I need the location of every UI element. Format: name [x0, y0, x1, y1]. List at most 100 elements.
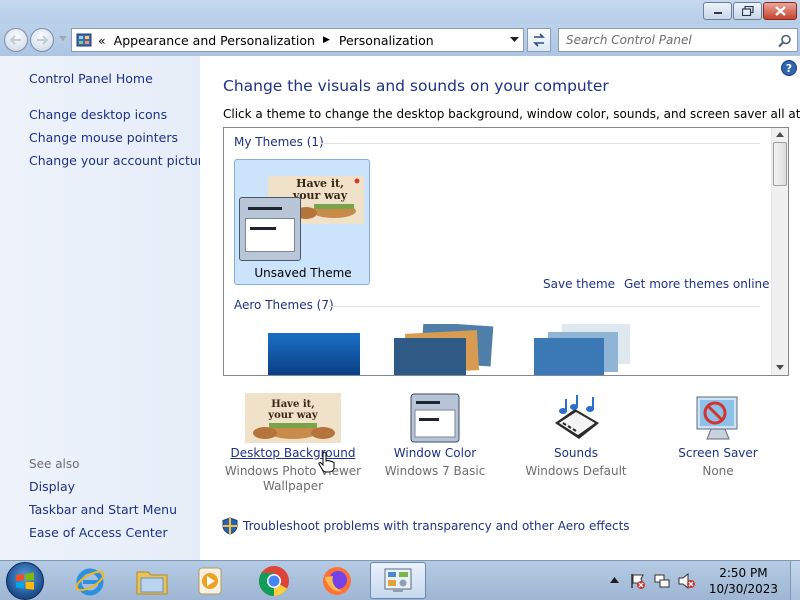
- taskbar-control-panel[interactable]: [370, 562, 426, 599]
- clock-time: 2:50 PM: [719, 566, 768, 580]
- desktop-background-link[interactable]: Desktop Background: [223, 446, 363, 460]
- close-button[interactable]: [763, 2, 797, 20]
- action-center-flag-icon[interactable]: [630, 573, 646, 589]
- ease-of-access-link[interactable]: Ease of Access Center: [29, 525, 168, 540]
- recent-pages-dropdown-icon[interactable]: [59, 36, 67, 42]
- page-title: Change the visuals and sounds on your co…: [223, 77, 609, 95]
- screen-saver-setting[interactable]: Screen Saver None: [648, 393, 788, 479]
- firefox-icon: [323, 566, 351, 595]
- show-desktop-button[interactable]: [790, 561, 800, 600]
- maximize-button[interactable]: [733, 2, 762, 20]
- unsaved-theme-label: Unsaved Theme: [254, 266, 352, 280]
- control-panel-icon: [384, 568, 412, 592]
- troubleshoot-row[interactable]: Troubleshoot problems with transparency …: [222, 517, 630, 535]
- display-link[interactable]: Display: [29, 479, 75, 494]
- scrollbar-thumb[interactable]: [773, 142, 787, 186]
- sounds-link[interactable]: Sounds: [506, 446, 646, 460]
- svg-text:?: ?: [786, 62, 792, 75]
- internet-explorer-icon: [75, 568, 105, 595]
- start-button[interactable]: [6, 562, 44, 600]
- change-mouse-pointers-link[interactable]: Change mouse pointers: [29, 130, 178, 145]
- aero-theme-characters-thumb[interactable]: [532, 324, 632, 376]
- window-color-value: Windows 7 Basic: [384, 464, 486, 478]
- unsaved-theme-tile[interactable]: Have it, your way Unsaved Theme: [234, 159, 370, 285]
- aero-themes-group-label[interactable]: Aero Themes (7): [234, 298, 334, 312]
- group-divider: [328, 306, 760, 307]
- see-also-label: See also: [29, 457, 80, 471]
- scroll-down-icon[interactable]: [776, 365, 784, 370]
- search-input[interactable]: [559, 33, 769, 47]
- aero-theme-windows7-thumb[interactable]: [268, 333, 360, 375]
- taskbar-internet-explorer[interactable]: [62, 562, 118, 599]
- search-icon[interactable]: [778, 34, 792, 48]
- forward-button[interactable]: [30, 28, 54, 52]
- window-controls: [703, 2, 797, 20]
- network-icon[interactable]: [654, 573, 670, 589]
- refresh-icon: [533, 33, 545, 47]
- screen-saver-link[interactable]: Screen Saver: [648, 446, 788, 460]
- screen-saver-icon: [696, 396, 738, 440]
- task-pane: Control Panel Home Change desktop icons …: [0, 56, 210, 560]
- taskbar-file-explorer[interactable]: [124, 562, 180, 599]
- windows-logo-icon: [16, 572, 34, 590]
- address-dropdown-icon[interactable]: [510, 37, 519, 43]
- address-overflow-chevron[interactable]: «: [98, 33, 106, 48]
- breadcrumb-personalization[interactable]: Personalization: [339, 33, 434, 48]
- taskbar-chrome[interactable]: [246, 562, 302, 599]
- breadcrumb-appearance[interactable]: Appearance and Personalization: [114, 33, 315, 48]
- themes-scrollbar[interactable]: [771, 128, 788, 375]
- search-box[interactable]: [558, 28, 798, 52]
- sounds-value: Windows Default: [525, 464, 627, 478]
- taskbar: 2:50 PM 10/30/2023: [0, 560, 800, 600]
- notification-area: 2:50 PM 10/30/2023: [610, 561, 800, 600]
- restore-icon: [741, 6, 754, 16]
- refresh-button[interactable]: [527, 28, 551, 52]
- taskbar-firefox[interactable]: [309, 562, 365, 599]
- help-icon[interactable]: ?: [781, 60, 797, 76]
- desktop-background-value-line2: Wallpaper: [262, 479, 324, 493]
- window-color-setting[interactable]: Window Color Windows 7 Basic: [365, 393, 505, 479]
- breadcrumb-separator-icon[interactable]: ▶: [323, 35, 330, 45]
- desktop-background-icon: Have it, your way: [245, 393, 341, 443]
- media-player-icon: [198, 567, 222, 594]
- control-panel-home-link[interactable]: Control Panel Home: [29, 71, 153, 86]
- svg-text:Have it,: Have it,: [271, 399, 314, 410]
- shield-icon: [222, 517, 238, 535]
- folder-icon: [136, 571, 168, 594]
- window-title-bar: [0, 0, 800, 24]
- desktop-background-value: Windows Photo Viewer: [224, 464, 362, 478]
- aero-theme-architecture-thumb[interactable]: [386, 324, 496, 376]
- sounds-setting[interactable]: Sounds Windows Default: [506, 393, 646, 479]
- get-more-themes-link[interactable]: Get more themes online: [624, 277, 770, 291]
- change-account-picture-link[interactable]: Change your account picture: [29, 153, 210, 168]
- back-arrow-icon: [10, 35, 21, 45]
- forward-arrow-icon: [37, 35, 48, 45]
- back-button[interactable]: [4, 28, 28, 52]
- navigation-bar: « Appearance and Personalization ▶ Perso…: [0, 24, 800, 56]
- volume-muted-icon[interactable]: [678, 573, 696, 589]
- troubleshoot-aero-link[interactable]: Troubleshoot problems with transparency …: [243, 519, 630, 533]
- minimize-icon: [713, 12, 722, 14]
- svg-text:your way: your way: [267, 410, 319, 421]
- themes-list[interactable]: My Themes (1) Have it, your way Unsaved …: [223, 127, 789, 376]
- window-color-icon: [410, 393, 460, 443]
- group-divider: [320, 143, 760, 144]
- close-icon: [774, 6, 786, 16]
- window-color-link[interactable]: Window Color: [365, 446, 505, 460]
- minimize-button[interactable]: [703, 2, 732, 20]
- taskbar-media-player[interactable]: [182, 562, 238, 599]
- change-desktop-icons-link[interactable]: Change desktop icons: [29, 107, 167, 122]
- theme-preview-window: [239, 197, 301, 261]
- taskbar-start-menu-link[interactable]: Taskbar and Start Menu: [29, 502, 177, 517]
- show-hidden-icons-icon[interactable]: [610, 577, 619, 583]
- save-theme-link[interactable]: Save theme: [543, 277, 615, 291]
- control-panel-icon: [76, 33, 92, 47]
- desktop-background-setting[interactable]: Have it, your way Desktop Background Win…: [223, 393, 363, 494]
- clock-date: 10/30/2023: [708, 582, 778, 596]
- system-clock[interactable]: 2:50 PM 10/30/2023: [709, 565, 778, 597]
- sounds-icon: [555, 395, 599, 439]
- scroll-up-icon[interactable]: [776, 132, 784, 137]
- my-themes-group-label[interactable]: My Themes (1): [234, 135, 324, 149]
- address-bar[interactable]: « Appearance and Personalization ▶ Perso…: [71, 28, 524, 52]
- screen-saver-value: None: [702, 464, 734, 478]
